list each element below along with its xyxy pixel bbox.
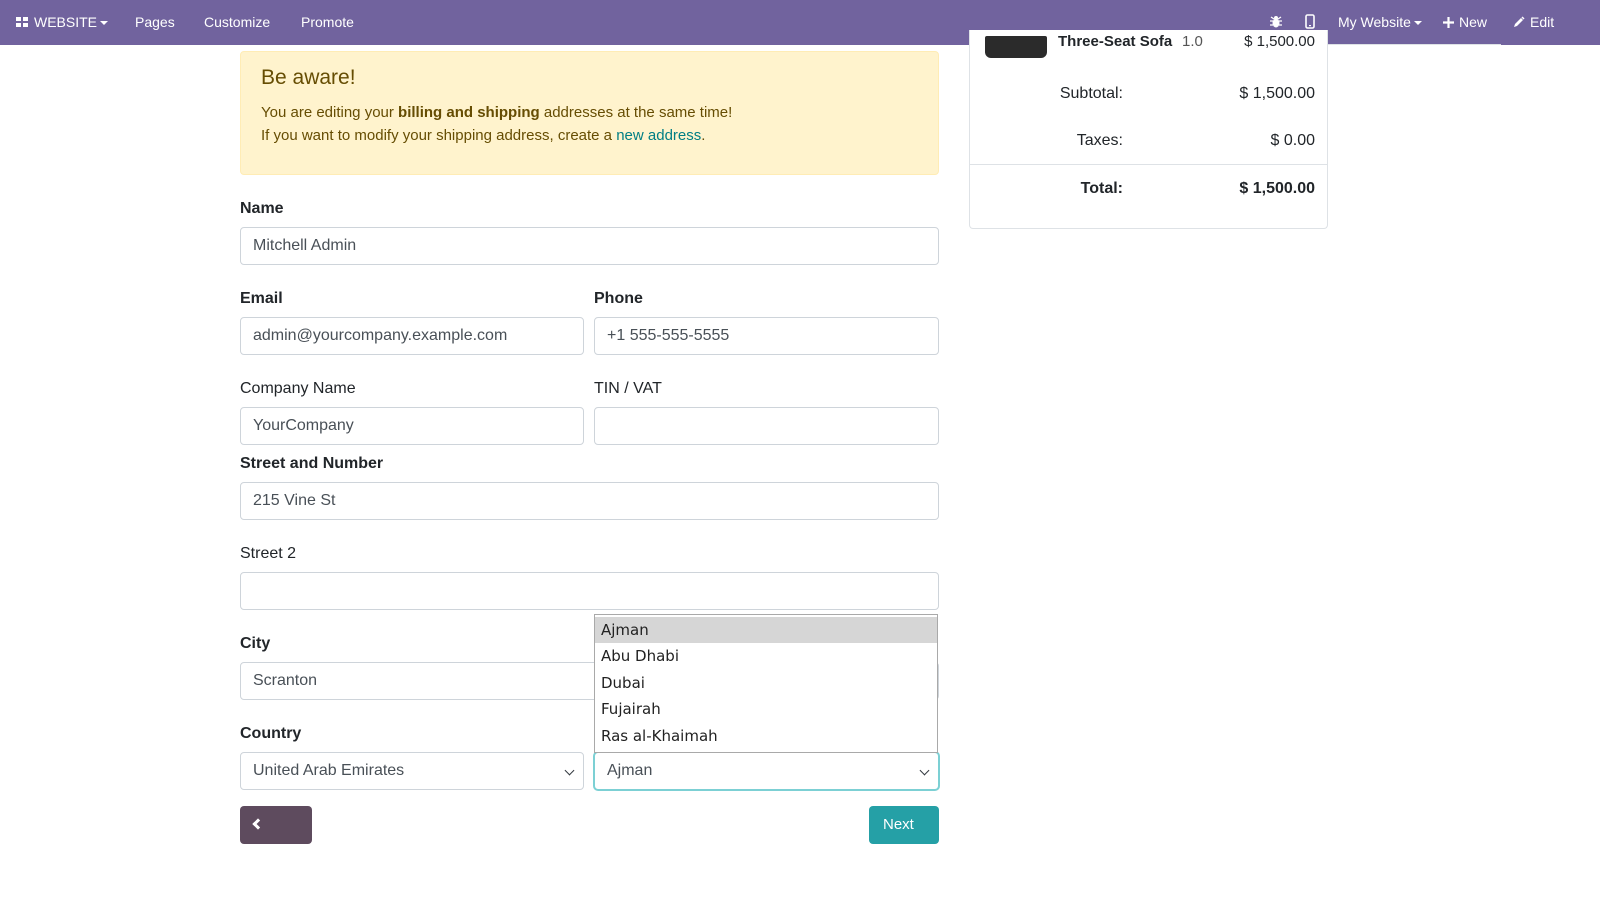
alert-title: Be aware!	[261, 66, 356, 89]
nav-promote[interactable]: Promote	[301, 0, 354, 45]
state-option[interactable]: Ras al-Khaimah	[595, 723, 937, 749]
total-value: $ 1,500.00	[1239, 180, 1315, 197]
country-select-value: United Arab Emirates	[253, 762, 405, 779]
state-select-value: Ajman	[607, 762, 653, 779]
vat-label: TIN / VAT	[594, 380, 662, 397]
website-selector[interactable]: My Website	[1338, 0, 1422, 45]
state-dropdown-list: Ajman Abu Dhabi Dubai Fujairah Ras al-Kh…	[594, 614, 938, 753]
chevron-left-icon	[252, 818, 264, 830]
caret-down-icon	[100, 21, 109, 26]
new-address-link[interactable]: new address	[616, 127, 701, 144]
state-option[interactable]: Fujairah	[595, 696, 937, 722]
taxes-label: Taxes:	[1076, 132, 1123, 149]
divider	[1328, 44, 1501, 45]
plus-icon	[1443, 17, 1454, 28]
email-label: Email	[240, 290, 283, 307]
city-label: City	[240, 635, 271, 652]
next-button-label: Next	[883, 816, 914, 833]
name-label: Name	[240, 200, 284, 217]
chevron-down-icon	[564, 765, 575, 776]
name-input[interactable]	[240, 227, 939, 265]
back-button[interactable]: Back	[240, 806, 312, 871]
alert-text: addresses at the same time!	[539, 104, 733, 121]
product-image	[985, 36, 1047, 58]
edit-button[interactable]: Edit	[1513, 0, 1554, 45]
state-option[interactable]: Abu Dhabi	[595, 643, 937, 669]
phone-input[interactable]	[594, 317, 939, 355]
divider	[970, 164, 1327, 165]
website-selector-label: My Website	[1338, 14, 1411, 30]
order-summary-card: Three-Seat Sofa 1.0 $ 1,500.00 Subtotal:…	[969, 30, 1328, 229]
subtotal-label: Subtotal:	[1059, 85, 1123, 102]
billing-shipping-alert: Be aware! You are editing your billing a…	[240, 51, 939, 175]
alert-emphasis: billing and shipping	[398, 104, 540, 121]
nav-customize[interactable]: Customize	[204, 0, 270, 45]
company-label: Company Name	[240, 380, 356, 397]
alert-text: You are editing your	[261, 104, 399, 121]
alert-text: If you want to modify your shipping addr…	[261, 127, 617, 144]
edit-button-label: Edit	[1530, 14, 1555, 30]
website-app-menu[interactable]: WEBSITE	[16, 0, 109, 45]
new-button-label: New	[1459, 14, 1488, 30]
apps-grid-icon	[16, 17, 28, 28]
company-input[interactable]	[240, 407, 584, 445]
alert-text: .	[701, 127, 706, 144]
subtotal-value: $ 1,500.00	[1239, 85, 1315, 102]
next-button[interactable]: Next	[869, 806, 939, 868]
product-price: $ 1,500.00	[1244, 33, 1315, 50]
chevron-down-icon	[919, 765, 930, 776]
street-label: Street and Number	[240, 455, 384, 472]
state-option[interactable]: Dubai	[595, 670, 937, 696]
country-select[interactable]: United Arab Emirates	[240, 752, 584, 790]
street2-input[interactable]	[240, 572, 939, 610]
street2-label: Street 2	[240, 545, 297, 562]
taxes-value: $ 0.00	[1270, 132, 1315, 149]
caret-down-icon	[1413, 21, 1422, 26]
country-label: Country	[240, 725, 302, 742]
street-input[interactable]	[240, 482, 939, 520]
state-option[interactable]: Ajman	[595, 617, 937, 644]
phone-label: Phone	[594, 290, 643, 307]
new-button[interactable]: New	[1443, 0, 1487, 45]
pencil-icon	[1514, 16, 1525, 27]
product-quantity: 1.0	[1182, 33, 1203, 50]
vat-input[interactable]	[594, 407, 939, 445]
total-label: Total:	[1080, 180, 1123, 197]
back-button-label: Back	[254, 854, 288, 871]
product-name: Three-Seat Sofa	[1058, 33, 1173, 50]
state-select[interactable]: Ajman	[594, 752, 939, 790]
website-menu-label: WEBSITE	[34, 14, 98, 30]
top-navbar: WEBSITE Pages Customize Promote My Websi…	[0, 0, 1600, 45]
alert-line-1: You are editing your billing and shippin…	[261, 101, 918, 124]
alert-line-2: If you want to modify your shipping addr…	[261, 124, 918, 147]
nav-pages[interactable]: Pages	[135, 0, 175, 45]
email-input[interactable]	[240, 317, 584, 355]
chevron-right-icon	[885, 856, 897, 868]
